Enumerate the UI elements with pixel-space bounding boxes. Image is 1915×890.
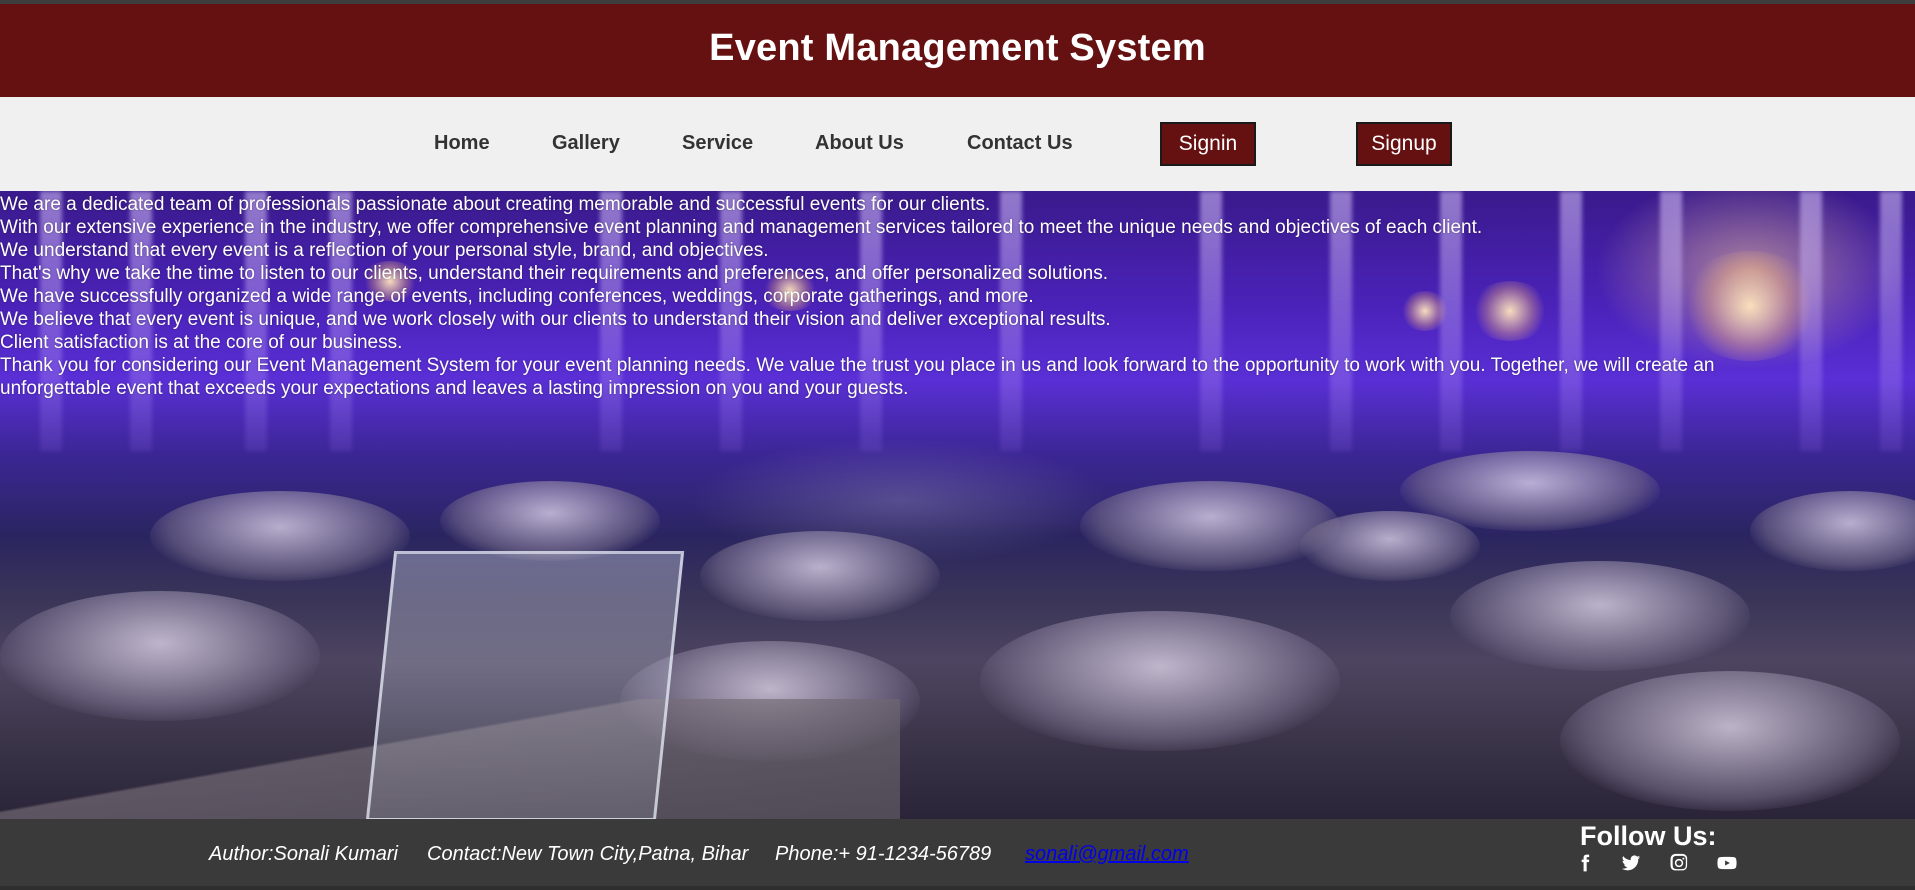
nav-service-link[interactable]: Service xyxy=(682,132,753,155)
hero-section: We are a dedicated team of professionals… xyxy=(0,191,1915,819)
bottom-border xyxy=(0,886,1915,890)
twitter-icon[interactable] xyxy=(1619,851,1643,875)
nav-gallery-link[interactable]: Gallery xyxy=(552,132,620,155)
footer-author: Author:Sonali Kumari xyxy=(209,843,398,865)
footer-email-link[interactable]: sonali@gmail.com xyxy=(1025,843,1189,866)
footer-phone: Phone:+ 91-1234-56789 xyxy=(775,843,992,865)
nav-contact-us-link[interactable]: Contact Us xyxy=(967,132,1073,155)
about-text-block: We are a dedicated team of professionals… xyxy=(0,191,1915,400)
about-paragraph: We believe that every event is unique, a… xyxy=(0,309,1111,330)
nav-about-us-link[interactable]: About Us xyxy=(815,132,904,155)
follow-us-title: Follow Us: xyxy=(1580,821,1717,851)
footer-contact: Contact:New Town City,Patna, Bihar xyxy=(427,843,749,865)
nav-home-link[interactable]: Home xyxy=(434,132,490,155)
signin-button[interactable]: Signin xyxy=(1160,122,1256,166)
about-paragraph: That's why we take the time to listen to… xyxy=(0,263,1108,284)
about-paragraph: Thank you for considering our Event Mana… xyxy=(0,355,1715,399)
about-paragraph: We are a dedicated team of professionals… xyxy=(0,194,991,215)
instagram-icon[interactable] xyxy=(1667,851,1691,875)
main-navbar: Home Gallery Service About Us Contact Us… xyxy=(0,97,1915,191)
site-header: Event Management System xyxy=(0,4,1915,97)
site-footer: Author:Sonali Kumari Contact:New Town Ci… xyxy=(0,819,1915,890)
about-paragraph: We understand that every event is a refl… xyxy=(0,240,769,261)
site-title: Event Management System xyxy=(709,27,1206,69)
signup-button[interactable]: Signup xyxy=(1356,122,1452,166)
about-paragraph: Client satisfaction is at the core of ou… xyxy=(0,332,403,353)
about-paragraph: We have successfully organized a wide ra… xyxy=(0,286,1034,307)
youtube-icon[interactable] xyxy=(1715,851,1739,875)
about-paragraph: With our extensive experience in the ind… xyxy=(0,217,1483,238)
facebook-icon[interactable] xyxy=(1573,851,1597,875)
